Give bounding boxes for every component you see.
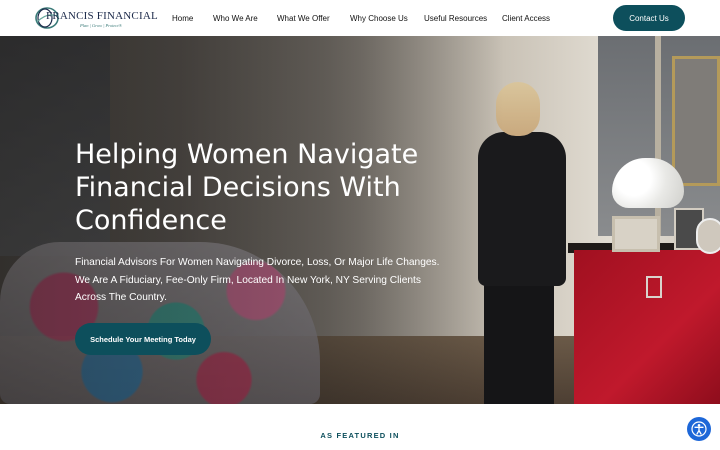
hero-subtitle: Financial Advisors For Women Navigating … [75, 254, 440, 307]
nav-why-choose-us[interactable]: Why Choose Us [350, 14, 408, 23]
nav-who-we-are[interactable]: Who We Are [213, 14, 258, 23]
contact-us-button[interactable]: Contact Us [613, 5, 685, 31]
logo-tagline: Plan | Grow | Protect® [80, 23, 123, 28]
logo[interactable]: FRANCIS FINANCIAL Plan | Grow | Protect® [34, 4, 158, 32]
hero-title-line: Helping Women Navigate [75, 139, 419, 170]
nav-what-we-offer[interactable]: What We Offer [277, 14, 330, 23]
hero-subtitle-line: We Are A Fiduciary, Fee-Only Firm, Locat… [75, 274, 421, 286]
site-header: FRANCIS FINANCIAL Plan | Grow | Protect®… [0, 0, 720, 36]
hero-title-line: Financial Decisions With [75, 172, 401, 203]
hero-title-line: Confidence [75, 205, 227, 236]
hero-subtitle-line: Across The Country. [75, 292, 167, 303]
accessibility-button[interactable] [687, 417, 711, 441]
logo-name: FRANCIS FINANCIAL [46, 10, 158, 22]
hero-subtitle-line: Financial Advisors For Women Navigating … [75, 257, 440, 268]
nav-home[interactable]: Home [172, 14, 193, 23]
nav-useful-resources[interactable]: Useful Resources [424, 14, 487, 23]
hero-title: Helping Women Navigate Financial Decisio… [75, 138, 435, 237]
accessibility-icon [691, 421, 707, 437]
featured-heading: AS FEATURED IN [320, 431, 400, 440]
schedule-meeting-button[interactable]: Schedule Your Meeting Today [75, 323, 211, 355]
hero-section: Helping Women Navigate Financial Decisio… [0, 36, 720, 404]
nav-client-access[interactable]: Client Access [502, 14, 550, 23]
